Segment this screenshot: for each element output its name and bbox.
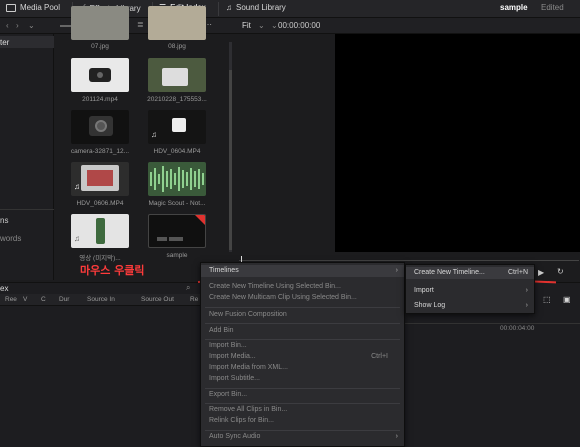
clip-label: 201124.mp4 [82, 96, 118, 103]
menu-item-show-log[interactable]: Show Log › [406, 300, 534, 312]
menu-item-import[interactable]: Import › [406, 285, 534, 297]
bin-item[interactable]: ter [0, 38, 9, 47]
timeline-thumbnail[interactable] [148, 214, 206, 248]
chevron-right-icon: › [395, 433, 398, 440]
menu-item-new-fusion[interactable]: New Fusion Composition [201, 309, 404, 321]
column-header[interactable]: Ree [5, 296, 17, 303]
menu-item-create-multicam[interactable]: Create New Multicam Clip Using Selected … [201, 292, 404, 304]
column-header[interactable]: Source In [87, 296, 115, 303]
column-header[interactable]: V [23, 296, 27, 303]
media-grid: 07.jpg 08.jpg 201124.mp4 20210228_175553… [54, 6, 235, 280]
viewer-toolbar: Fit ⌄ ⌄ 00:00:00:00 [235, 18, 580, 34]
clip-thumbnail[interactable] [148, 58, 206, 92]
clip-thumbnail[interactable] [71, 110, 129, 144]
search-icon[interactable]: ⌕ [186, 283, 190, 293]
menu-item-add-bin[interactable]: Add Bin [201, 325, 404, 337]
viewer-screen [335, 34, 580, 252]
loop-icon[interactable]: ↻ [557, 267, 564, 276]
annotation-text: 마우스 우클릭 [80, 264, 145, 277]
menu-item-auto-sync-audio[interactable]: Auto Sync Audio › [201, 431, 404, 443]
clip-thumbnail[interactable]: ♫ [71, 214, 129, 248]
clip-thumbnail[interactable] [71, 58, 129, 92]
media-pool-icon [6, 3, 16, 12]
clip-label: HDV_0606.MP4 [76, 200, 124, 207]
scrub-track[interactable] [239, 260, 579, 261]
bins-sidebar: ter ns words [0, 34, 54, 280]
clip-label: Magic Scout - Not... [148, 200, 206, 207]
keywords-item[interactable]: words [0, 234, 21, 243]
column-header[interactable]: Source Out [141, 296, 174, 303]
clip-thumbnail[interactable] [148, 6, 206, 40]
column-header[interactable]: Dur [59, 296, 69, 303]
menu-item-export-bin[interactable]: Export Bin... [201, 389, 404, 401]
music-icon: ♫ [151, 130, 157, 139]
forward-icon[interactable]: › [16, 21, 19, 30]
clip-label: 07.jpg [91, 43, 109, 50]
chevron-right-icon: › [525, 287, 528, 294]
clip-label: HDV_0604.MP4 [153, 148, 201, 155]
chevron-right-icon: › [395, 267, 398, 274]
chevron-down-icon[interactable]: ⌄ [258, 21, 265, 30]
menu-item-timelines[interactable]: Timelines › [201, 265, 404, 277]
timeline-timecode: 00:00:04:00 [500, 325, 535, 332]
timelines-submenu: Create New Timeline... Ctrl+N Import › S… [405, 264, 535, 314]
music-icon: ♫ [74, 234, 80, 243]
clip-thumbnail[interactable] [71, 6, 129, 40]
music-icon: ♫ [74, 182, 80, 191]
music-icon: ♫ [226, 3, 232, 12]
media-pool-label: Media Pool [20, 3, 61, 12]
clip-label: sample [166, 252, 188, 259]
smart-bin-item[interactable]: ns [0, 216, 8, 225]
panel-title: ex [0, 284, 9, 293]
chevron-down-icon[interactable]: ⌄ [28, 21, 35, 30]
clip-thumbnail[interactable]: ♫ [148, 110, 206, 144]
clip-icon[interactable]: ⬚ [543, 295, 551, 304]
edit-index-columns: Ree V C Dur Source In Source Out Re [0, 294, 200, 306]
back-icon[interactable]: ‹ [6, 21, 9, 30]
list-view-icon[interactable]: ≣ [137, 20, 144, 29]
chevron-down-icon[interactable]: ⌄ [271, 21, 278, 30]
clip-label: 영상 (미지막)... [79, 255, 121, 262]
viewer-timecode: 00:00:00:00 [278, 21, 321, 30]
menu-item-create-new-timeline[interactable]: Create New Timeline... Ctrl+N [406, 267, 534, 279]
menu-item-import-subtitle[interactable]: Import Subtitle... [201, 373, 404, 385]
project-name: sample [500, 3, 528, 12]
project-status: Edited [541, 3, 564, 12]
clip-label: 08.jpg [168, 43, 186, 50]
clip-thumbnail[interactable] [148, 162, 206, 196]
context-menu: Timelines › Create New Timeline Using Se… [200, 262, 405, 447]
chevron-right-icon: › [525, 302, 528, 309]
column-header[interactable]: Re [190, 296, 198, 303]
scrollbar-thumb[interactable] [229, 70, 232, 250]
menu-item-relink-clips[interactable]: Relink Clips for Bin... [201, 415, 404, 427]
fit-dropdown[interactable]: Fit [242, 21, 251, 30]
column-header[interactable]: C [41, 296, 46, 303]
sound-library-label: Sound Library [236, 3, 286, 12]
viewer-left-panel [235, 34, 335, 252]
settings-icon[interactable]: ▣ [563, 295, 571, 304]
clip-thumbnail[interactable]: ♫ [71, 162, 129, 196]
clip-label: 20210228_175553... [147, 96, 207, 103]
audio-waveform [150, 166, 204, 192]
sound-library-tab[interactable]: ♫ Sound Library [226, 3, 286, 12]
clip-label: camera-32871_12... [70, 148, 130, 155]
media-pool-tab[interactable]: Media Pool [6, 3, 60, 12]
